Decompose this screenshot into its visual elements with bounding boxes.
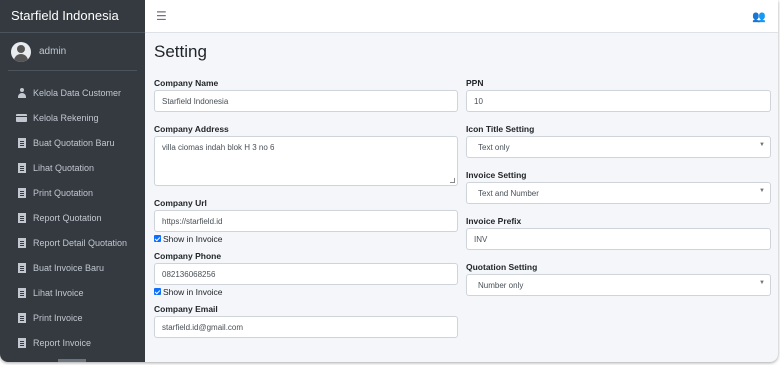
company-url-label: Company Url [154,198,207,208]
quotation-setting-select[interactable]: Number only ▼ [466,274,771,296]
file-icon [16,212,27,223]
sidebar-item-label: Kelola Data Customer [33,87,122,98]
company-email-label: Company Email [154,304,218,314]
company-phone-input[interactable]: 082136068256 [154,263,458,285]
checkbox-checked[interactable] [154,235,161,242]
sidebar-item-label: Report Invoice [33,337,92,348]
form-column-right: PPN 10 Icon Title Setting Text only ▼ In… [466,78,771,296]
file-icon [16,162,27,173]
app-window: Starfield Indonesia admin Kelola Data Cu… [0,0,778,362]
company-name-label: Company Name [154,78,219,88]
company-phone-show-checkbox[interactable]: Show in Invoice [154,286,458,297]
chevron-down-icon: ▼ [759,280,765,286]
chevron-down-icon: ▼ [759,188,765,194]
company-address-label: Company Address [154,124,229,134]
file-icon [16,287,27,298]
checkbox-checked[interactable] [154,288,161,295]
quotation-setting-label: Quotation Setting [466,262,538,272]
sidebar-item-buat-invoice-baru[interactable]: Buat Invoice Baru [0,255,145,280]
company-name-input[interactable]: Starfield Indonesia [154,90,458,112]
invoice-prefix-label: Invoice Prefix [466,216,522,226]
company-phone-label: Company Phone [154,251,222,261]
checkbox-label: Show in Invoice [163,286,223,297]
credit-card-icon [16,112,28,123]
sidebar-item-label: Lihat Invoice [33,287,84,298]
sidebar: Starfield Indonesia admin Kelola Data Cu… [0,0,145,362]
sidebar-nav: Kelola Data Customer Kelola Rekening Bua… [0,80,145,355]
sidebar-item-lihat-quotation[interactable]: Lihat Quotation [0,155,145,180]
sidebar-item-buat-quotation-baru[interactable]: Buat Quotation Baru [0,130,145,155]
main-content: Setting Company Name Starfield Indonesia… [145,33,778,362]
sidebar-item-label: Report Detail Quotation [33,237,128,248]
company-email-input[interactable]: starfield.id@gmail.com [154,316,458,338]
sidebar-item-label: Report Quotation [33,212,102,223]
invoice-prefix-input[interactable]: INV [466,228,771,250]
sidebar-item-print-invoice[interactable]: Print Invoice [0,305,145,330]
sidebar-item-kelola-rekening[interactable]: Kelola Rekening [0,105,145,130]
form-column-left: Company Name Starfield Indonesia Company… [154,78,458,338]
users-icon[interactable]: 👥 [752,10,766,23]
sidebar-item-label: Print Quotation [33,187,94,198]
topbar: ☰ 👥 [145,0,778,33]
user-name[interactable]: admin [39,46,66,57]
sidebar-scrollbar[interactable] [58,359,86,362]
sidebar-item-label: Lihat Quotation [33,162,95,173]
file-icon [16,337,27,348]
avatar [11,41,31,62]
sidebar-item-label: Buat Invoice Baru [33,262,105,273]
company-url-show-checkbox[interactable]: Show in Invoice [154,233,458,244]
select-value: Number only [478,281,524,290]
file-icon [16,237,27,248]
ppn-input[interactable]: 10 [466,90,771,112]
sidebar-item-label: Kelola Rekening [33,112,99,123]
checkbox-label: Show in Invoice [163,233,223,244]
sidebar-item-report-quotation[interactable]: Report Quotation [0,205,145,230]
file-icon [16,137,27,148]
sidebar-item-print-quotation[interactable]: Print Quotation [0,180,145,205]
chevron-down-icon: ▼ [759,142,765,148]
icon-title-setting-label: Icon Title Setting [466,124,535,134]
select-value: Text and Number [478,189,539,198]
invoice-setting-select[interactable]: Text and Number ▼ [466,182,771,204]
brand-link[interactable]: Starfield Indonesia [0,0,145,33]
icon-title-setting-select[interactable]: Text only ▼ [466,136,771,158]
sidebar-item-label: Buat Quotation Baru [33,137,115,148]
sidebar-item-lihat-invoice[interactable]: Lihat Invoice [0,280,145,305]
page-title: Setting [154,42,207,61]
company-url-input[interactable]: https://starfield.id [154,210,458,232]
user-panel[interactable]: admin [8,33,137,71]
file-icon [16,187,27,198]
ppn-label: PPN [466,78,484,88]
sidebar-item-label: Print Invoice [33,312,83,323]
sidebar-item-kelola-data-customer[interactable]: Kelola Data Customer [0,80,145,105]
file-icon [16,312,27,323]
sidebar-item-report-invoice[interactable]: Report Invoice [0,330,145,355]
menu-icon[interactable]: ☰ [156,9,167,23]
file-icon [16,262,27,273]
company-address-textarea[interactable]: villa ciomas indah blok H 3 no 6 [154,136,458,186]
sidebar-item-report-detail-quotation[interactable]: Report Detail Quotation [0,230,145,255]
user-icon [16,87,27,98]
select-value: Text only [478,143,510,152]
invoice-setting-label: Invoice Setting [466,170,527,180]
